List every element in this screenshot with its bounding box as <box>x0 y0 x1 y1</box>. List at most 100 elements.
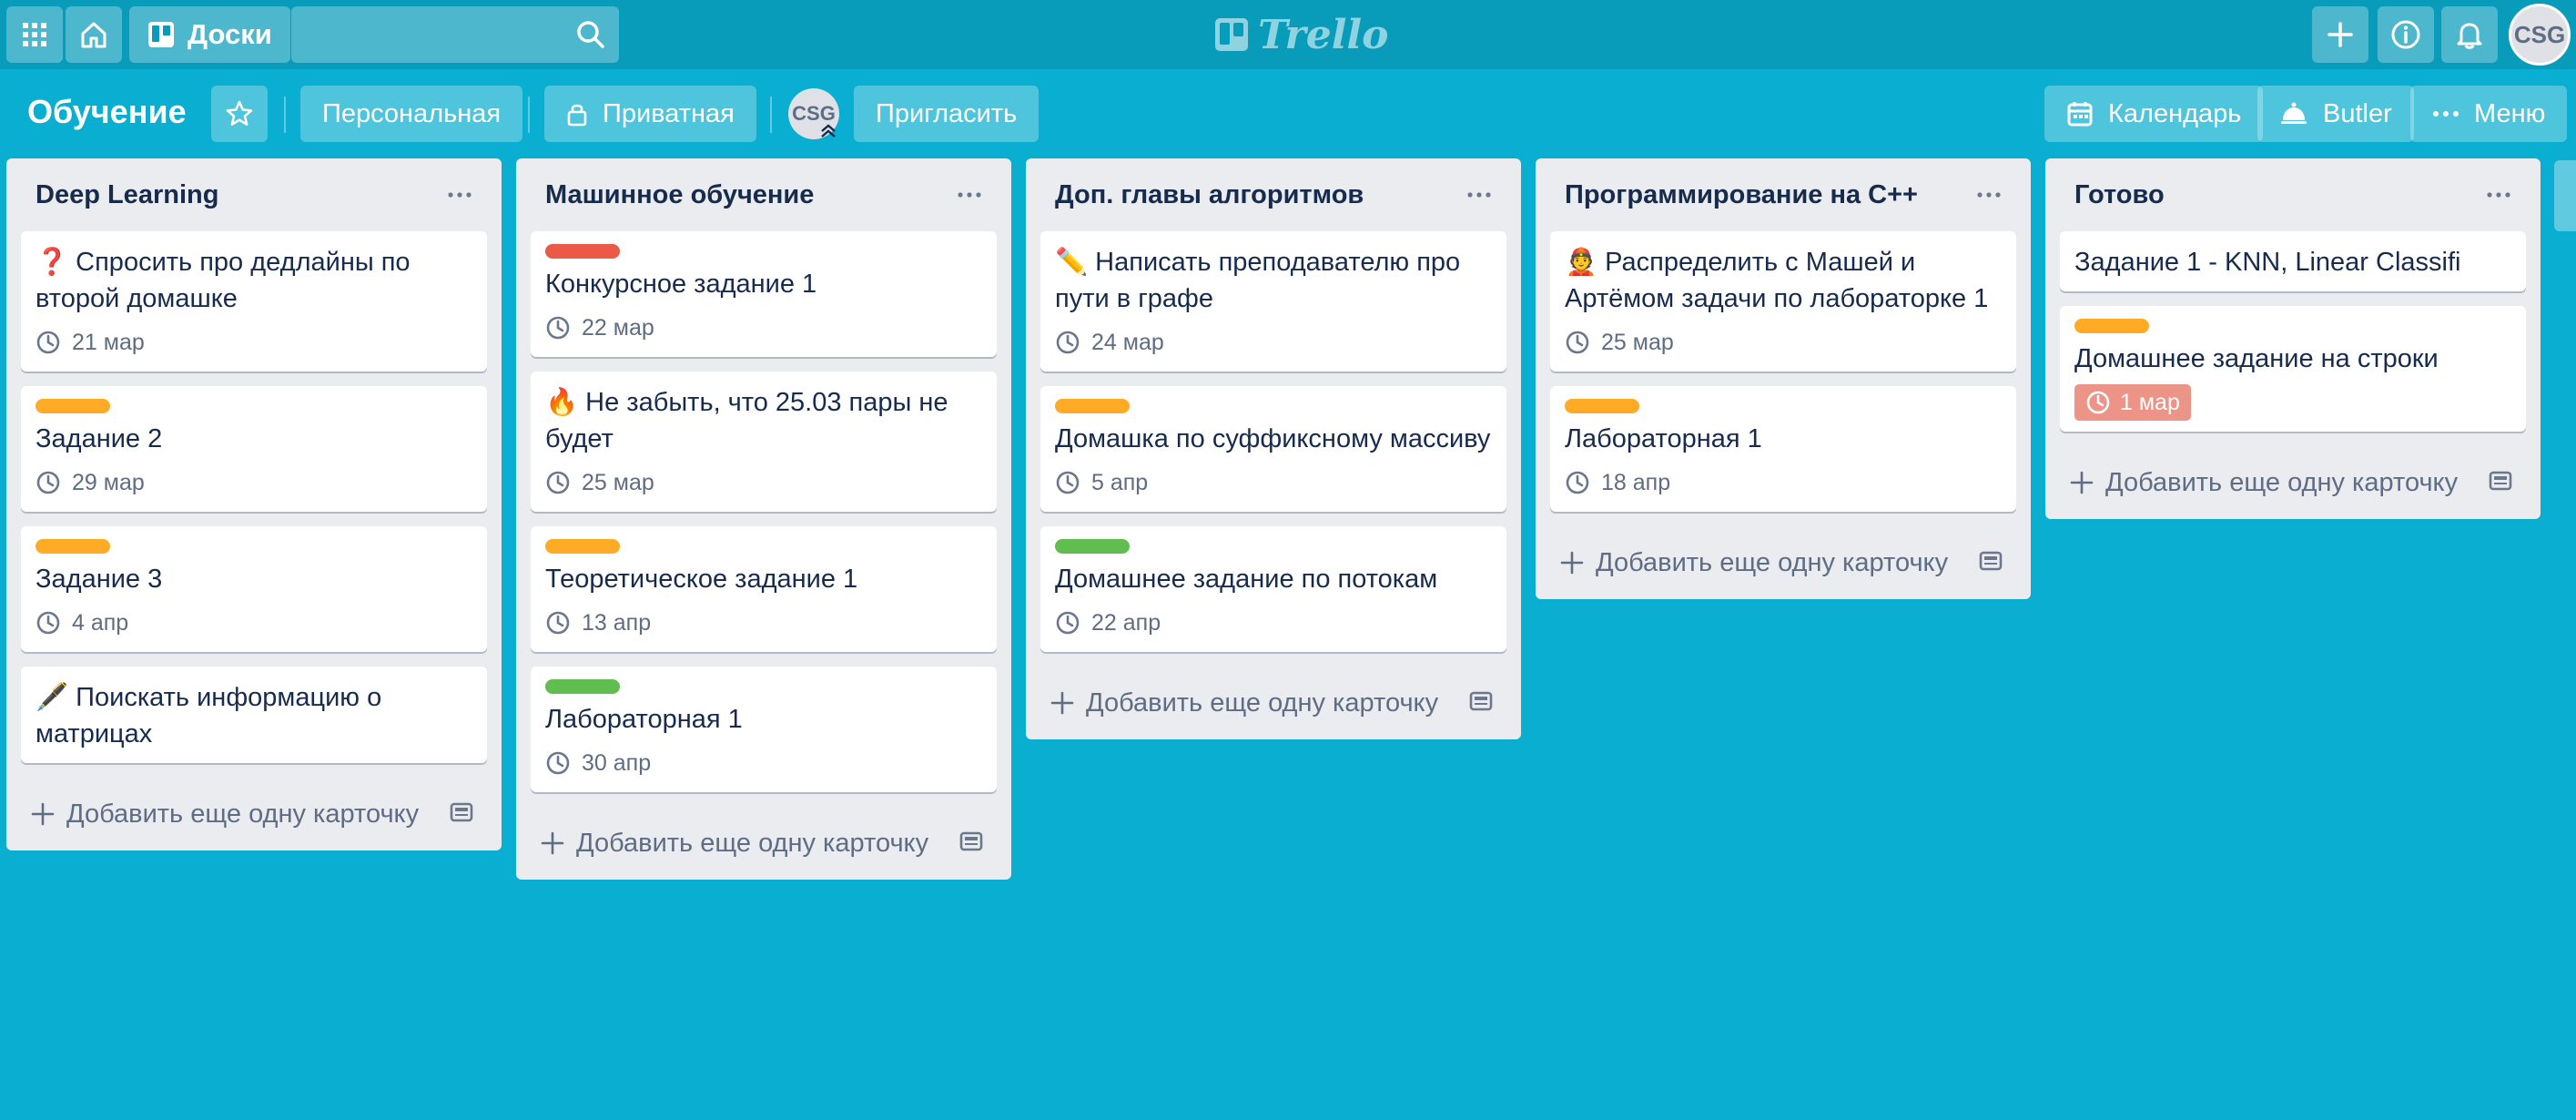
due-date-badge[interactable]: 18 апр <box>1565 464 1670 501</box>
calendar-button[interactable]: Календарь <box>2044 86 2264 142</box>
add-card-button[interactable]: Добавить еще одну карточку <box>2060 446 2526 519</box>
card-label-orange[interactable] <box>35 399 110 413</box>
card-label-orange[interactable] <box>2074 319 2149 333</box>
card-label-green[interactable] <box>545 679 620 694</box>
add-card-button[interactable]: Добавить еще одну карточку <box>1550 526 2016 599</box>
due-date-text: 30 апр <box>582 749 652 776</box>
due-date-text: 25 мар <box>582 469 654 495</box>
card-template-icon[interactable] <box>447 798 476 834</box>
add-card-label: Добавить еще одну карточку <box>2105 467 2459 497</box>
create-button[interactable] <box>2312 6 2368 63</box>
due-date-badge[interactable]: 4 апр <box>35 605 128 641</box>
card-label-orange[interactable] <box>1055 399 1130 413</box>
card-template-icon[interactable] <box>1976 546 2005 583</box>
trello-logo[interactable]: Trello <box>1214 7 1389 62</box>
list-header[interactable]: Программирование на C++ <box>1550 158 2016 231</box>
divider <box>770 97 772 133</box>
list-menu-icon[interactable] <box>2480 177 2517 218</box>
card-title: Задание 3 <box>35 565 163 594</box>
list-menu-icon[interactable] <box>1971 177 2007 218</box>
card[interactable]: 🖋️ Поискать информацию о матрицах <box>21 667 487 763</box>
info-button[interactable] <box>2378 6 2434 63</box>
list-title[interactable]: Готово <box>2074 180 2165 210</box>
list-title[interactable]: Доп. главы алгоритмов <box>1055 180 1364 210</box>
due-date-badge[interactable]: 29 мар <box>35 464 145 501</box>
invite-label: Пригласить <box>876 98 1018 128</box>
card[interactable]: Лабораторная 1 30 апр <box>531 667 997 792</box>
card-label-orange[interactable] <box>545 539 620 554</box>
list-header[interactable]: Доп. главы алгоритмов <box>1040 158 1506 231</box>
list: Машинное обучение Конкурсное задание 1 22 … <box>516 158 1011 880</box>
search-input[interactable] <box>291 6 593 63</box>
list-header[interactable]: Deep Learning <box>21 158 487 231</box>
team-button[interactable]: Персональная <box>300 86 523 142</box>
card[interactable]: Задание 1 - KNN, Linear Classifi <box>2060 231 2526 291</box>
clock-icon <box>35 330 61 355</box>
butler-button[interactable]: Butler <box>2257 86 2414 142</box>
plus-icon <box>1050 690 1075 716</box>
due-date-badge[interactable]: 22 мар <box>545 310 654 346</box>
due-date-badge[interactable]: 5 апр <box>1055 464 1148 501</box>
visibility-button[interactable]: Приватная <box>544 86 756 142</box>
clock-icon <box>35 610 61 636</box>
card[interactable]: Домашка по суффиксному массиву 5 апр <box>1040 386 1506 512</box>
info-icon <box>2391 20 2420 49</box>
list-header[interactable]: Готово <box>2060 158 2526 231</box>
card-template-icon[interactable] <box>2486 466 2515 503</box>
due-date-badge[interactable]: 1 мар <box>2074 384 2191 421</box>
board-title[interactable]: Обучение <box>27 93 187 131</box>
due-date-text: 22 мар <box>582 314 654 341</box>
list-title[interactable]: Программирование на C++ <box>1565 180 1918 210</box>
due-date-badge[interactable]: 25 мар <box>1565 324 1674 361</box>
due-date-badge[interactable]: 21 мар <box>35 324 145 361</box>
list-menu-icon[interactable] <box>441 177 478 218</box>
list-menu-icon[interactable] <box>1461 177 1497 218</box>
card[interactable]: Теоретическое задание 1 13 апр <box>531 526 997 652</box>
card[interactable]: 👲 Распределить с Машей и Артёмом задачи … <box>1550 231 2016 372</box>
due-date-badge[interactable]: 24 мар <box>1055 324 1164 361</box>
card[interactable]: ✏️ Написать преподавателю про пути в гра… <box>1040 231 1506 372</box>
add-card-button[interactable]: Добавить еще одну карточку <box>531 807 997 880</box>
horizontal-scroll-handle[interactable] <box>2554 160 2576 231</box>
trello-logo-icon <box>1215 18 1248 51</box>
apps-menu-button[interactable] <box>6 6 63 63</box>
card-template-icon[interactable] <box>957 827 986 863</box>
card[interactable]: Лабораторная 1 18 апр <box>1550 386 2016 512</box>
card-label-red[interactable] <box>545 244 620 259</box>
card-label-orange[interactable] <box>1565 399 1639 413</box>
clock-icon <box>1055 330 1080 355</box>
due-date-badge[interactable]: 13 апр <box>545 605 651 641</box>
star-button[interactable] <box>211 86 268 142</box>
clock-icon <box>1055 470 1080 495</box>
card[interactable]: Задание 2 29 мар <box>21 386 487 512</box>
list-header[interactable]: Машинное обучение <box>531 158 997 231</box>
due-date-badge[interactable]: 30 апр <box>545 745 651 781</box>
list-title[interactable]: Машинное обучение <box>545 180 814 210</box>
card-label-orange[interactable] <box>35 539 110 554</box>
card[interactable]: ❓ Спросить про дедлайны по второй домашк… <box>21 231 487 372</box>
add-card-button[interactable]: Добавить еще одну карточку <box>21 778 487 850</box>
menu-button[interactable]: Меню <box>2410 86 2568 142</box>
card-label-green[interactable] <box>1055 539 1130 554</box>
home-button[interactable] <box>66 6 122 63</box>
notifications-button[interactable] <box>2441 6 2498 63</box>
due-date-badge[interactable]: 25 мар <box>545 464 654 501</box>
search-icon[interactable] <box>575 19 606 50</box>
card[interactable]: Конкурсное задание 1 22 мар <box>531 231 997 357</box>
clock-icon <box>35 470 61 495</box>
list-title[interactable]: Deep Learning <box>35 180 218 210</box>
boards-button[interactable]: Доски <box>129 6 290 63</box>
add-card-button[interactable]: Добавить еще одну карточку <box>1040 667 1506 739</box>
list-menu-icon[interactable] <box>951 177 988 218</box>
due-date-text: 5 апр <box>1091 469 1149 495</box>
user-avatar[interactable]: CSG <box>2509 4 2571 66</box>
due-date-text: 1 мар <box>2120 389 2180 415</box>
card-template-icon[interactable] <box>1466 687 1496 723</box>
due-date-badge[interactable]: 22 апр <box>1055 605 1161 641</box>
card[interactable]: Задание 3 4 апр <box>21 526 487 652</box>
invite-button[interactable]: Пригласить <box>854 86 1040 142</box>
card[interactable]: Домашнее задание по потокам 22 апр <box>1040 526 1506 652</box>
card[interactable]: Домашнее задание на строки 1 мар <box>2060 306 2526 432</box>
search-box[interactable] <box>291 6 619 63</box>
card[interactable]: 🔥 Не забыть, что 25.03 пары не будет 25 м… <box>531 372 997 512</box>
